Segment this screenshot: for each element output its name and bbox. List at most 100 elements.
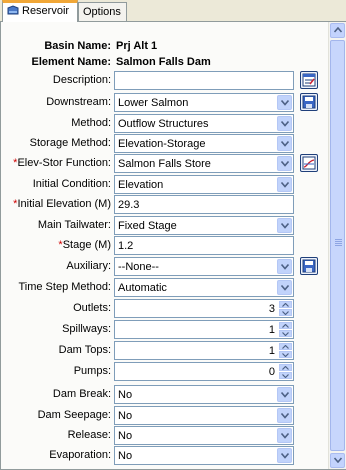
decrement-icon[interactable]: [279, 351, 292, 358]
increment-icon[interactable]: [279, 301, 292, 308]
dam-break-row: Dam Break: No: [1, 385, 328, 405]
auxiliary-value: --None--: [118, 261, 159, 273]
initial-elevation-label: *Initial Elevation (M): [13, 198, 111, 210]
dam-seepage-select[interactable]: No: [114, 406, 294, 425]
basin-name-value: Prj Alt 1: [116, 40, 158, 52]
elev-stor-function-label: *Elev-Stor Function:: [13, 157, 111, 169]
initial-elevation-row: *Initial Elevation (M) 29.3: [1, 195, 328, 215]
stage-value: 1.2: [118, 240, 134, 252]
stage-label: *Stage (M): [58, 239, 111, 251]
initial-condition-label: Initial Condition:: [32, 178, 111, 190]
tab-reservoir-label: Reservoir: [22, 5, 70, 17]
pumps-label: Pumps:: [73, 365, 111, 377]
graph-icon[interactable]: [300, 154, 318, 172]
spinner[interactable]: [279, 343, 292, 358]
main-tailwater-select[interactable]: Fixed Stage: [114, 216, 294, 235]
initial-condition-row: Initial Condition: Elevation: [1, 175, 328, 195]
outlets-row: Outlets: 3: [1, 299, 328, 319]
increment-icon[interactable]: [279, 364, 292, 371]
pumps-value: 0: [268, 366, 275, 378]
spillways-stepper[interactable]: 1: [114, 320, 294, 339]
chevron-down-icon[interactable]: [277, 95, 292, 110]
chevron-down-icon[interactable]: [277, 280, 292, 295]
dam-seepage-row: Dam Seepage: No: [1, 406, 328, 426]
evaporation-label: Evaporation:: [49, 449, 111, 461]
elev-stor-function-row: *Elev-Stor Function: Salmon Falls Store: [1, 154, 328, 174]
time-step-method-label: Time Step Method:: [18, 281, 111, 293]
chevron-down-icon[interactable]: [277, 428, 292, 443]
increment-icon[interactable]: [279, 322, 292, 329]
chevron-down-icon[interactable]: [277, 156, 292, 171]
chevron-down-icon[interactable]: [277, 136, 292, 151]
time-step-method-select[interactable]: Automatic: [114, 278, 294, 297]
save-icon[interactable]: [300, 93, 318, 111]
main-tailwater-value: Fixed Stage: [118, 220, 177, 232]
main-tailwater-row: Main Tailwater: Fixed Stage: [1, 216, 328, 236]
scroll-up-icon[interactable]: [330, 23, 345, 38]
tab-reservoir[interactable]: Reservoir: [2, 0, 78, 22]
evaporation-select[interactable]: No: [114, 446, 294, 465]
outlets-stepper[interactable]: 3: [114, 299, 294, 318]
stage-input[interactable]: 1.2: [114, 236, 294, 255]
chevron-down-icon[interactable]: [277, 448, 292, 463]
pumps-stepper[interactable]: 0: [114, 362, 294, 381]
auxiliary-row: Auxiliary: --None--: [1, 257, 328, 277]
storage-method-select[interactable]: Elevation-Storage: [114, 134, 294, 153]
dam-break-select[interactable]: No: [114, 385, 294, 404]
initial-condition-select[interactable]: Elevation: [114, 175, 294, 194]
downstream-row: Downstream: Lower Salmon: [1, 93, 328, 113]
edit-description-icon[interactable]: [300, 71, 318, 89]
initial-elevation-input[interactable]: 29.3: [114, 195, 294, 214]
evaporation-row: Evaporation: No: [1, 446, 328, 466]
outlets-value: 3: [268, 303, 275, 315]
decrement-icon[interactable]: [279, 372, 292, 379]
dam-seepage-value: No: [118, 410, 133, 422]
spinner[interactable]: [279, 364, 292, 379]
increment-icon[interactable]: [279, 343, 292, 350]
chevron-down-icon[interactable]: [277, 408, 292, 423]
storage-method-label: Storage Method:: [29, 137, 111, 149]
save-icon[interactable]: [300, 257, 318, 275]
spinner[interactable]: [279, 322, 292, 337]
release-label: Release:: [67, 429, 111, 441]
basin-name-label-wrap: Basin Name:: [1, 40, 111, 54]
downstream-select[interactable]: Lower Salmon: [114, 93, 294, 112]
chevron-down-icon[interactable]: [277, 387, 292, 402]
elev-stor-function-select[interactable]: Salmon Falls Store: [114, 154, 294, 173]
description-row: Description:: [1, 71, 328, 91]
reservoir-icon: [7, 5, 19, 16]
time-step-method-row: Time Step Method: Automatic: [1, 278, 328, 298]
dam-tops-stepper[interactable]: 1: [114, 341, 294, 360]
outlets-label: Outlets:: [73, 302, 111, 314]
spillways-value: 1: [268, 324, 275, 336]
dam-tops-value: 1: [268, 345, 275, 357]
form-content: Basin Name: Prj Alt 1 Element Name: Salm…: [1, 22, 328, 469]
dam-seepage-label: Dam Seepage:: [37, 409, 111, 421]
description-field[interactable]: [114, 71, 294, 90]
vertical-scrollbar[interactable]: [328, 22, 346, 469]
chevron-down-icon[interactable]: [277, 218, 292, 233]
release-row: Release: No: [1, 426, 328, 446]
main-tailwater-label: Main Tailwater:: [37, 219, 111, 231]
stage-row: *Stage (M) 1.2: [1, 236, 328, 256]
dam-tops-label: Dam Tops:: [58, 344, 111, 356]
method-value: Outflow Structures: [118, 118, 209, 130]
chevron-down-icon[interactable]: [277, 259, 292, 274]
auxiliary-select[interactable]: --None--: [114, 257, 294, 276]
release-select[interactable]: No: [114, 426, 294, 445]
downstream-value: Lower Salmon: [118, 97, 189, 109]
decrement-icon[interactable]: [279, 330, 292, 337]
tab-options[interactable]: Options: [78, 2, 127, 21]
decrement-icon[interactable]: [279, 309, 292, 316]
chevron-down-icon[interactable]: [277, 177, 292, 192]
element-name-label-wrap: Element Name:: [1, 56, 111, 70]
method-select[interactable]: Outflow Structures: [114, 114, 294, 133]
release-value: No: [118, 430, 133, 442]
spinner[interactable]: [279, 301, 292, 316]
initial-condition-value: Elevation: [118, 179, 164, 191]
chevron-down-icon[interactable]: [277, 116, 292, 131]
scroll-thumb[interactable]: [330, 40, 345, 451]
scroll-down-icon[interactable]: [330, 453, 345, 468]
description-label: Description:: [52, 74, 111, 86]
dam-break-label: Dam Break:: [52, 388, 111, 400]
